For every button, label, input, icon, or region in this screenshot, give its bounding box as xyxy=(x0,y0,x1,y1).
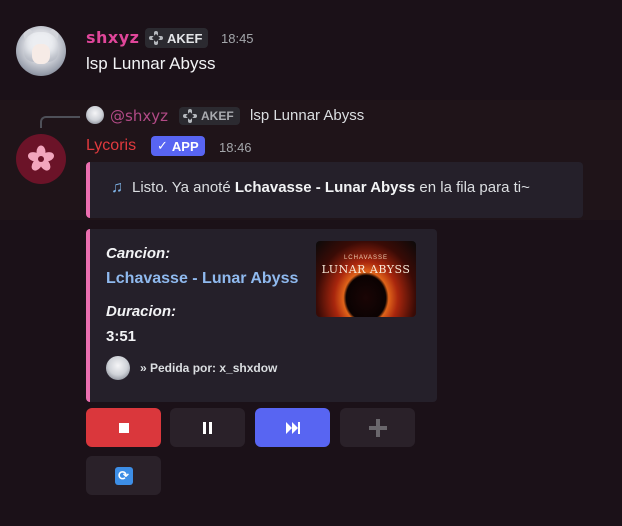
clan-tag-icon xyxy=(149,31,163,45)
bot-avatar[interactable] xyxy=(16,134,66,184)
song-label: Cancion: xyxy=(106,245,171,262)
user-avatar[interactable] xyxy=(16,26,66,76)
duration-label: Duracion: xyxy=(106,303,177,320)
thumbnail-title: LUNAR ABYSS xyxy=(321,263,411,276)
music-note-icon: ♫ xyxy=(111,179,123,196)
check-icon: ✓ xyxy=(157,138,168,153)
pause-icon xyxy=(203,421,212,434)
requested-by: » Pedida por: x_shxdow xyxy=(140,361,278,375)
reply-avatar[interactable] xyxy=(86,106,104,124)
now-playing-embed: Cancion: Lchavasse - Lunar Abyss Duracio… xyxy=(86,229,437,402)
timestamp[interactable]: 18:45 xyxy=(221,31,254,46)
clan-tag-icon xyxy=(183,109,197,123)
stop-button[interactable] xyxy=(86,408,161,447)
reply-server-tag[interactable]: AKEF xyxy=(179,107,240,125)
pause-button[interactable] xyxy=(170,408,245,447)
loop-button[interactable]: ⟳ xyxy=(86,456,161,495)
album-thumbnail[interactable]: LCHAVASSE LUNAR ABYSS xyxy=(316,241,416,317)
plus-icon xyxy=(368,418,387,437)
sakura-icon xyxy=(28,145,54,171)
skip-button[interactable] xyxy=(255,408,330,447)
reply-username[interactable]: @shxyz xyxy=(110,107,168,125)
bot-timestamp[interactable]: 18:46 xyxy=(219,140,252,155)
skip-icon xyxy=(285,421,300,434)
queue-embed: ♫ Listo. Ya anoté Lchavasse - Lunar Abyss… xyxy=(86,162,583,218)
reply-server-tag-label: AKEF xyxy=(201,109,234,123)
bot-username[interactable]: Lycoris xyxy=(86,137,136,155)
requester-avatar xyxy=(106,356,130,380)
server-tag[interactable]: AKEF xyxy=(145,28,209,48)
queue-embed-text: ♫ Listo. Ya anoté Lchavasse - Lunar Abyss… xyxy=(108,179,530,197)
embed-song-bold: Lchavasse - Lunar Abyss xyxy=(234,179,416,196)
message-user: shxyz AKEF 18:45 lsp Lunnar Abyss xyxy=(0,0,622,100)
server-tag-label: AKEF xyxy=(167,30,203,46)
duration-value: 3:51 xyxy=(106,328,137,345)
username[interactable]: shxyz xyxy=(86,28,139,47)
reply-connector xyxy=(40,116,80,128)
thumbnail-artist: LCHAVASSE xyxy=(343,255,389,261)
stop-icon xyxy=(118,422,129,433)
embed-text-suffix: en la fila para ti~ xyxy=(415,179,530,196)
add-button[interactable] xyxy=(340,408,415,447)
app-badge-label: APP xyxy=(171,138,199,154)
message-content: lsp Lunnar Abyss xyxy=(86,54,216,73)
app-badge: ✓ APP xyxy=(151,136,205,156)
loop-icon: ⟳ xyxy=(114,466,133,485)
embed-text-prefix: Listo. Ya anoté xyxy=(132,179,235,196)
reply-content[interactable]: lsp Lunnar Abyss xyxy=(250,107,364,124)
song-title-link[interactable]: Lchavasse - Lunar Abyss xyxy=(106,270,298,288)
